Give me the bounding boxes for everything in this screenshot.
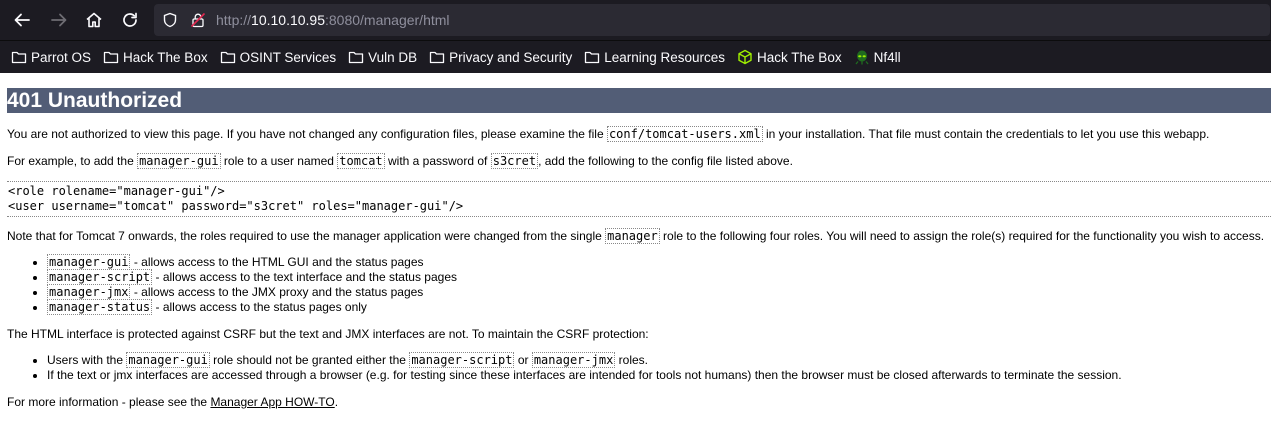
forward-button[interactable] xyxy=(47,8,71,32)
csrf-paragraph: The HTML interface is protected against … xyxy=(7,327,649,341)
folder-icon xyxy=(11,51,27,64)
manager-role-code: manager xyxy=(605,228,660,244)
url-host: 10.10.10.95 xyxy=(251,12,325,28)
arrow-right-icon xyxy=(51,13,67,27)
url-bar[interactable]: http://10.10.10.95:8080/manager/html xyxy=(154,4,1270,36)
role-description: - allows access to the HTML GUI and the … xyxy=(130,255,424,269)
folder-icon xyxy=(429,51,445,64)
role-name-code: manager-status xyxy=(47,299,153,315)
list-item: manager-status - allows access to the st… xyxy=(47,299,1271,315)
username-code: tomcat xyxy=(337,153,385,169)
config-file-code: conf/tomcat-users.xml xyxy=(606,126,763,142)
text-span: . xyxy=(334,395,339,409)
page-title: 401 Unauthorized xyxy=(7,88,1271,113)
bookmark-nf4ll[interactable]: Nf4ll xyxy=(854,49,901,65)
manager-howto-link[interactable]: Manager App HOW-TO xyxy=(210,395,334,409)
list-item: manager-gui - allows access to the HTML … xyxy=(47,254,1271,270)
bookmark-vuln-db[interactable]: Vuln DB xyxy=(348,49,417,65)
insecure-lock-icon[interactable] xyxy=(190,12,206,28)
list-item: Users with the manager-gui role should n… xyxy=(47,352,1271,368)
text-span: For example, to add the xyxy=(7,154,138,168)
bookmark-label: Learning Resources xyxy=(604,49,726,65)
reload-button[interactable] xyxy=(118,8,142,32)
role-description: - allows access to the status pages only xyxy=(152,300,367,314)
text-span: You are not authorized to view this page… xyxy=(7,127,607,141)
text-span: , add the following to the config file l… xyxy=(538,154,793,168)
folder-icon xyxy=(220,51,235,64)
back-button[interactable] xyxy=(10,8,34,32)
bookmark-learning-resources[interactable]: Learning Resources xyxy=(584,49,725,65)
csrf-list: Users with the manager-gui role should n… xyxy=(7,352,1271,383)
role-name-code: manager-jmx xyxy=(47,284,131,300)
config-line-user: <user username="tomcat" password="s3cret… xyxy=(8,199,464,213)
role-name-code: manager-script xyxy=(409,352,515,368)
bookmark-privacy-and-security[interactable]: Privacy and Security xyxy=(429,49,572,65)
text-span: roles. xyxy=(615,353,648,367)
htb-cube-icon xyxy=(738,49,752,65)
config-example-block: <role rolename="manager-gui"/> <user use… xyxy=(7,181,1271,217)
text-span: Users with the xyxy=(47,353,127,367)
list-item: manager-script - allows access to the te… xyxy=(47,269,1271,285)
text-span: For more information - please see the xyxy=(7,395,211,409)
text-span: role should not be granted either the xyxy=(209,353,410,367)
more-info-paragraph: For more information - please see the Ma… xyxy=(7,394,1271,410)
password-code: s3cret xyxy=(490,153,539,169)
text-span: with a password of xyxy=(384,154,491,168)
text-span: Note that for Tomcat 7 onwards, the role… xyxy=(7,229,606,243)
bookmark-label: Nf4ll xyxy=(873,49,901,65)
page-content: 401 Unauthorized You are not authorized … xyxy=(0,88,1271,410)
text-span: role to the following four roles. You wi… xyxy=(659,229,1265,243)
bookmark-label: Hack The Box xyxy=(123,49,208,65)
list-item: manager-jmx - allows access to the JMX p… xyxy=(47,284,1271,300)
bookmarks-toolbar: Parrot OS Hack The Box OSINT Services Vu… xyxy=(0,40,1271,73)
role-name-code: manager-gui xyxy=(126,352,210,368)
alien-icon xyxy=(855,50,869,65)
arrow-left-icon xyxy=(14,13,30,27)
role-name-code: manager-script xyxy=(47,269,153,285)
example-paragraph: For example, to add the manager-gui role… xyxy=(7,153,1271,169)
browser-navbar: http://10.10.10.95:8080/manager/html xyxy=(0,0,1271,40)
text-span: role to a user named xyxy=(220,154,338,168)
home-icon xyxy=(86,12,102,28)
bookmark-parrot-os[interactable]: Parrot OS xyxy=(11,49,91,65)
bookmark-label: Parrot OS xyxy=(31,49,92,65)
list-item: If the text or jmx interfaces are access… xyxy=(47,368,1271,383)
bookmark-label: Vuln DB xyxy=(368,49,418,65)
folder-icon xyxy=(585,51,600,64)
auth-message-paragraph: You are not authorized to view this page… xyxy=(7,126,1271,142)
text-span: or xyxy=(514,353,532,367)
role-name-code: manager-gui xyxy=(47,254,131,270)
bookmark-label: Hack The Box xyxy=(757,49,842,65)
text-span: in your installation. That file must con… xyxy=(762,127,1210,141)
url-scheme: http:// xyxy=(216,12,252,28)
tracking-shield-icon[interactable] xyxy=(162,12,178,28)
folder-icon xyxy=(348,51,364,64)
roles-list: manager-gui - allows access to the HTML … xyxy=(7,254,1271,315)
bookmark-label: OSINT Services xyxy=(239,49,337,65)
role-description: - allows access to the JMX proxy and the… xyxy=(130,285,424,299)
bookmark-hack-the-box-folder[interactable]: Hack The Box xyxy=(103,49,208,65)
bookmark-label: Privacy and Security xyxy=(449,49,573,65)
role-code: manager-gui xyxy=(137,153,221,169)
bookmark-osint-services[interactable]: OSINT Services xyxy=(220,49,337,65)
url-path: :8080/manager/html xyxy=(325,12,450,28)
role-name-code: manager-jmx xyxy=(531,352,616,368)
roles-note-paragraph: Note that for Tomcat 7 onwards, the role… xyxy=(7,228,1271,244)
folder-icon xyxy=(103,51,119,64)
reload-icon xyxy=(123,12,137,27)
role-description: - allows access to the text interface an… xyxy=(152,270,457,284)
bookmark-hack-the-box-site[interactable]: Hack The Box xyxy=(737,49,842,65)
url-text[interactable]: http://10.10.10.95:8080/manager/html xyxy=(216,4,450,36)
home-button[interactable] xyxy=(82,8,106,32)
config-line-role: <role rolename="manager-gui"/> xyxy=(8,184,225,198)
